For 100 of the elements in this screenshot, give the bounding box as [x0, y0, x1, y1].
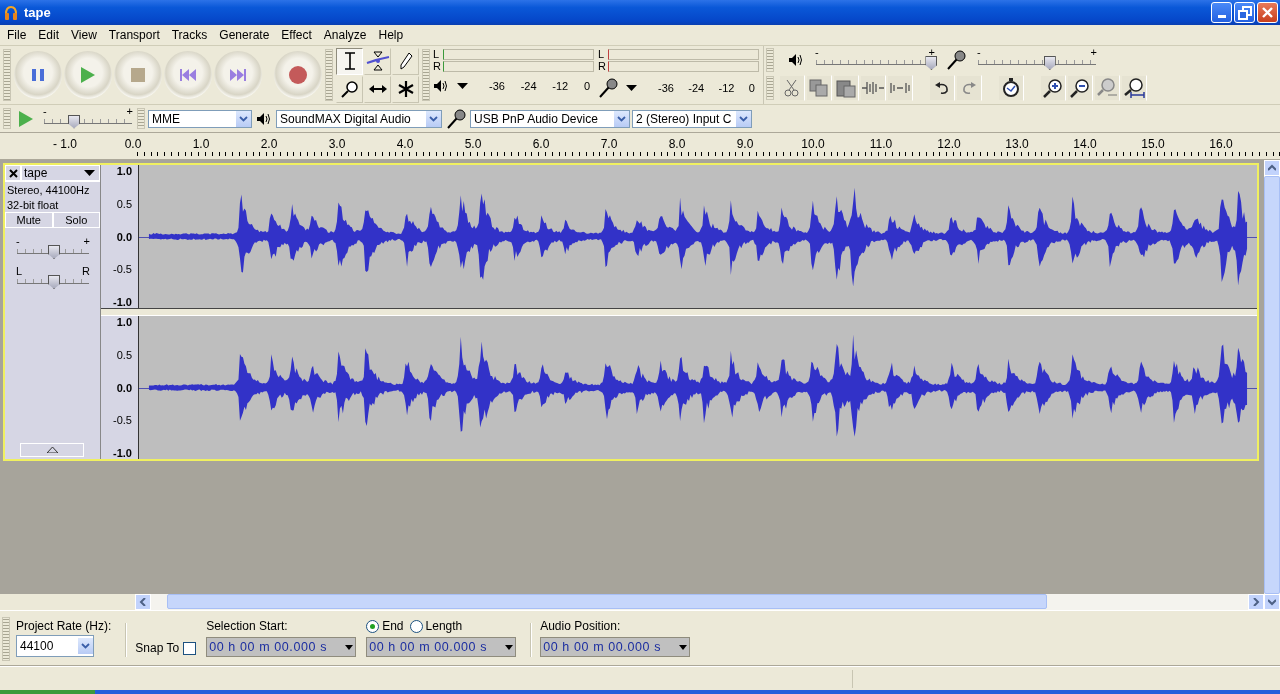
pan-slider[interactable]: L R — [15, 268, 91, 288]
menu-item[interactable]: Effect — [275, 26, 318, 44]
selection-end-field[interactable]: 00 h 00 m 00.000 s — [366, 637, 517, 657]
minimize-button[interactable] — [1211, 2, 1232, 23]
skip-to-end-button[interactable] — [214, 51, 262, 99]
paste-button[interactable] — [833, 75, 859, 101]
toolbar-grip[interactable] — [2, 617, 10, 661]
radio-option[interactable]: Length — [409, 619, 463, 633]
toolbar-grip[interactable] — [766, 48, 774, 72]
scrollbar-thumb[interactable] — [167, 594, 1047, 609]
record-button[interactable] — [274, 51, 322, 99]
pause-button[interactable] — [14, 51, 62, 99]
window-title: tape — [24, 5, 52, 20]
waveform-view[interactable] — [139, 316, 1257, 459]
collapse-track-button[interactable] — [20, 443, 84, 457]
slider-thumb[interactable] — [925, 56, 938, 70]
toolbar-grip[interactable] — [422, 49, 430, 101]
amplitude-label: 0.5 — [116, 348, 132, 361]
ruler-label: 4.0 — [395, 137, 415, 153]
zoom-out-button[interactable] — [1067, 75, 1093, 101]
ruler-label: 16.0 — [1208, 137, 1234, 153]
snap-to-checkbox[interactable] — [183, 641, 197, 655]
waveform-view[interactable] — [139, 165, 1257, 308]
menu-item[interactable]: File — [1, 26, 33, 44]
mute-button[interactable]: Mute — [5, 212, 53, 228]
zoom-tool[interactable] — [336, 75, 363, 103]
menu-item[interactable]: Edit — [32, 26, 66, 44]
slider-max-label: R — [82, 266, 90, 277]
envelope-tool[interactable] — [364, 47, 391, 75]
channel-label: L — [433, 48, 441, 60]
menu-item[interactable]: Analyze — [317, 26, 373, 44]
menu-item[interactable]: View — [65, 26, 103, 44]
project-rate-dropdown[interactable]: 44100 — [16, 635, 94, 657]
play-icon — [18, 109, 34, 128]
scissors-icon — [782, 78, 802, 98]
chevron-left-icon — [139, 598, 147, 606]
amplitude-label: -1.0 — [113, 447, 132, 459]
copy-button[interactable] — [806, 75, 832, 101]
caret-icon — [505, 644, 514, 650]
ruler-label: 0.0 — [123, 137, 143, 153]
output-volume-slider[interactable]: - + — [814, 49, 936, 71]
playback-speed-slider[interactable]: - + — [42, 107, 134, 130]
input-volume-slider[interactable]: - + — [976, 49, 1098, 71]
amplitude-label: -1.0 — [113, 296, 132, 308]
menu-item[interactable]: Transport — [102, 26, 166, 44]
zoom-in-button[interactable] — [1040, 75, 1066, 101]
close-button[interactable] — [1257, 2, 1278, 23]
menu-item[interactable]: Help — [372, 26, 410, 44]
gain-slider[interactable]: - + — [15, 238, 91, 258]
slider-max-label: + — [1090, 47, 1097, 58]
chevron-right-icon — [1252, 598, 1260, 606]
radio-option[interactable]: End — [366, 619, 404, 633]
host-dropdown[interactable]: MME — [148, 109, 252, 128]
microphone-icon — [446, 108, 466, 129]
solo-button[interactable]: Solo — [52, 212, 100, 228]
sync-lock-button[interactable] — [998, 75, 1024, 101]
chevron-down-icon — [81, 643, 90, 649]
undo-button[interactable] — [929, 75, 955, 101]
toolbar-grip[interactable] — [3, 108, 11, 129]
selection-start-field[interactable]: 00 h 00 m 00.000 s — [206, 637, 357, 657]
radio-button[interactable] — [409, 619, 423, 633]
stop-icon — [131, 68, 145, 82]
channel-label: L — [598, 48, 606, 60]
radio-button[interactable] — [366, 619, 380, 633]
speaker-icon — [433, 79, 449, 93]
slider-min-label: - — [977, 47, 981, 58]
menu-item[interactable]: Generate — [213, 26, 276, 44]
waveform-icon — [862, 80, 884, 96]
cut-button[interactable] — [779, 75, 805, 101]
caret-icon — [679, 644, 688, 650]
input-device-dropdown[interactable]: USB PnP Audio Device — [470, 109, 630, 128]
selection-tool[interactable] — [336, 47, 363, 75]
skip-to-start-button[interactable] — [164, 51, 212, 99]
meter-scale-label: -12 — [552, 80, 569, 92]
toolbar-grip[interactable] — [3, 49, 11, 101]
input-channels-dropdown[interactable]: 2 (Stereo) Input C — [632, 109, 752, 128]
toolbar-grip[interactable] — [766, 76, 774, 100]
ruler-label: 9.0 — [735, 137, 755, 153]
menu-item[interactable]: Tracks — [165, 26, 214, 44]
slider-thumb[interactable] — [48, 245, 60, 259]
toolbar-grip[interactable] — [137, 108, 145, 129]
silence-button[interactable] — [887, 75, 913, 101]
slider-thumb[interactable] — [1043, 56, 1056, 70]
time-shift-tool[interactable] — [364, 75, 391, 103]
slider-thumb[interactable] — [48, 275, 60, 289]
draw-tool[interactable] — [392, 47, 419, 75]
maximize-button[interactable] — [1234, 2, 1255, 23]
track-name-menu[interactable]: tape — [21, 165, 100, 181]
meter-scale-label: -24 — [688, 82, 705, 94]
audio-position-field[interactable]: 00 h 00 m 00.000 s — [540, 637, 691, 657]
fit-project-button[interactable] — [1121, 75, 1147, 101]
amplitude-label: -0.5 — [113, 263, 132, 276]
trim-button[interactable] — [860, 75, 886, 101]
slider-thumb[interactable] — [68, 114, 81, 129]
meter-scale-label: -12 — [718, 82, 735, 94]
toolbar-grip[interactable] — [325, 49, 333, 101]
start-button[interactable] — [0, 690, 95, 694]
multi-tool[interactable] — [392, 75, 419, 103]
output-device-dropdown[interactable]: SoundMAX Digital Audio — [276, 109, 442, 128]
play-button[interactable] — [64, 51, 112, 99]
